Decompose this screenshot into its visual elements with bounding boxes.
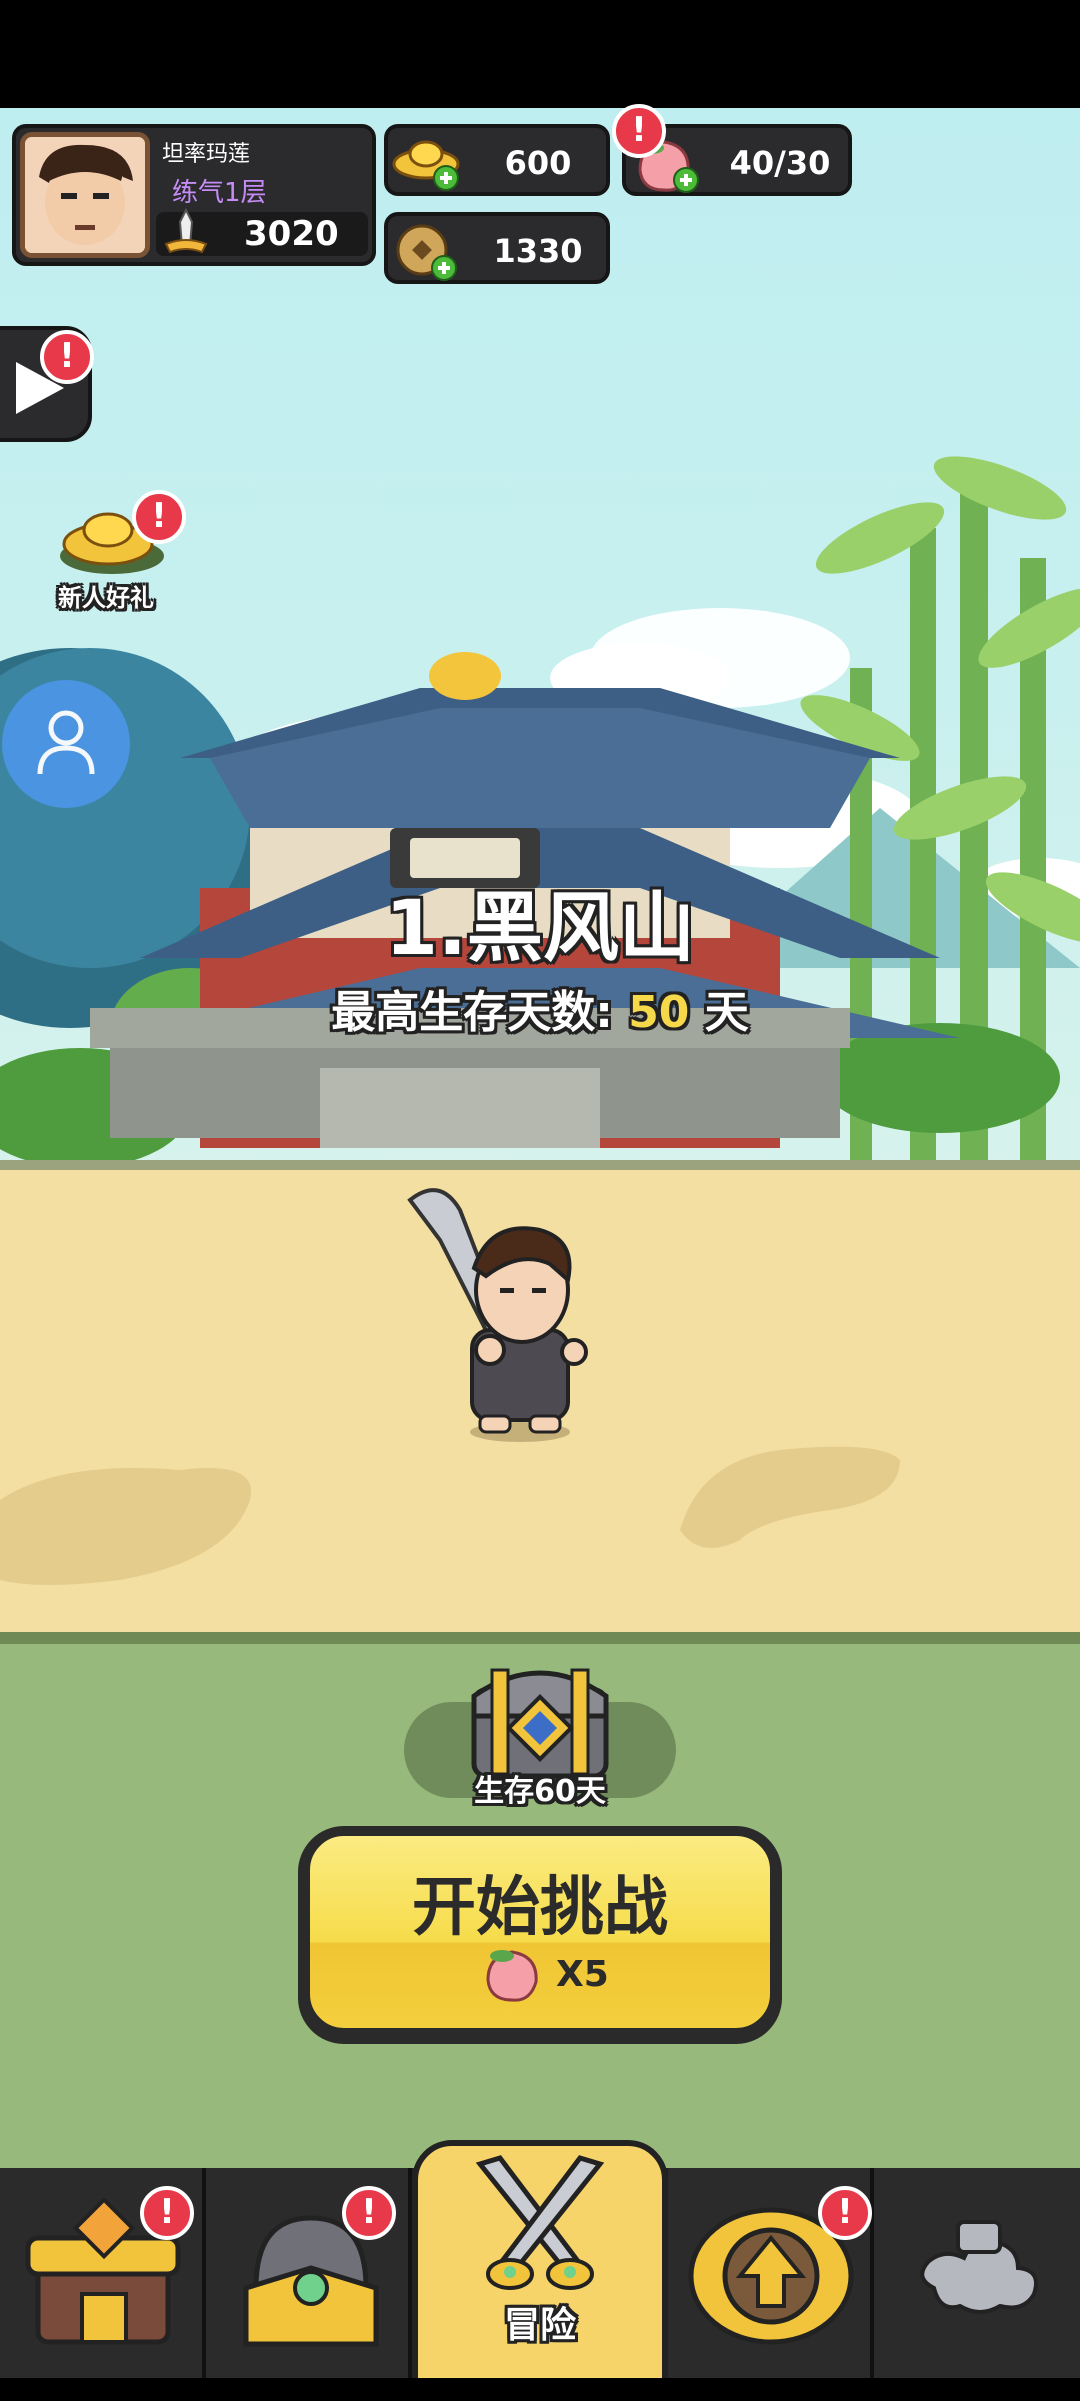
- shop-alert-badge: !: [140, 2186, 194, 2240]
- game-screen: 坦率玛莲 练气1层 3020 600 40/30 ! 1330 ! 新人好礼 !…: [0, 0, 1080, 2401]
- play-alert-badge: !: [40, 330, 94, 384]
- adventure-label: 冒险: [503, 2305, 576, 2346]
- stage-title: 1.黑风山: [385, 883, 695, 972]
- start-challenge-button[interactable]: 开始挑战 X5: [304, 1830, 776, 2034]
- power-box: 3020: [156, 207, 368, 256]
- user-icon: [37, 710, 95, 775]
- crossed-swords-icon: [475, 2155, 605, 2290]
- system-nav-bar: [0, 2378, 1080, 2401]
- gold-ingot-icon: [392, 140, 460, 191]
- start-label: 开始挑战: [412, 1871, 668, 1945]
- reward-chest-icon[interactable]: [466, 1660, 614, 1780]
- newbie-gift-label: 新人好礼: [58, 584, 154, 612]
- gift-alert-badge: !: [132, 490, 186, 544]
- grass-edge: [0, 1632, 1080, 1644]
- floating-user-button[interactable]: [2, 680, 130, 808]
- stamina-alert-badge: !: [612, 104, 666, 158]
- survival-label: 最高生存天数:: [331, 987, 613, 1038]
- coin-counter[interactable]: 1330: [384, 212, 610, 284]
- copper-coin-icon: [396, 224, 457, 281]
- tab-adventure[interactable]: 冒险: [412, 2140, 668, 2401]
- player-avatar[interactable]: [20, 132, 150, 258]
- player-realm: 练气1层: [172, 178, 267, 208]
- sword-power-icon: [164, 207, 208, 254]
- player-power: 3020: [244, 214, 339, 254]
- gold-value: 600: [504, 144, 572, 182]
- start-cost: X5: [556, 1954, 609, 1995]
- survival-unit: 天: [704, 987, 749, 1038]
- survival-days: 50: [628, 987, 690, 1038]
- reward-label: 生存60天: [474, 1774, 606, 1809]
- status-bar: [0, 0, 1080, 108]
- coin-value: 1330: [493, 232, 583, 270]
- player-name: 坦率玛莲: [162, 142, 251, 167]
- stamina-value: 40/30: [729, 144, 831, 182]
- best-survival: 最高生存天数: 50 天: [0, 976, 1080, 1040]
- cloud-lock-icon: [920, 2220, 1038, 2314]
- hero-character[interactable]: [400, 1180, 610, 1450]
- peach-cost-icon: [486, 1950, 538, 2002]
- upgrade-alert-badge: !: [818, 2186, 872, 2240]
- equipment-alert-badge: !: [342, 2186, 396, 2240]
- gold-counter[interactable]: 600: [384, 124, 610, 196]
- player-card[interactable]: 坦率玛莲 练气1层 3020: [12, 124, 376, 266]
- tab-locked[interactable]: [874, 2168, 1080, 2378]
- warrior-face-icon: [25, 137, 145, 253]
